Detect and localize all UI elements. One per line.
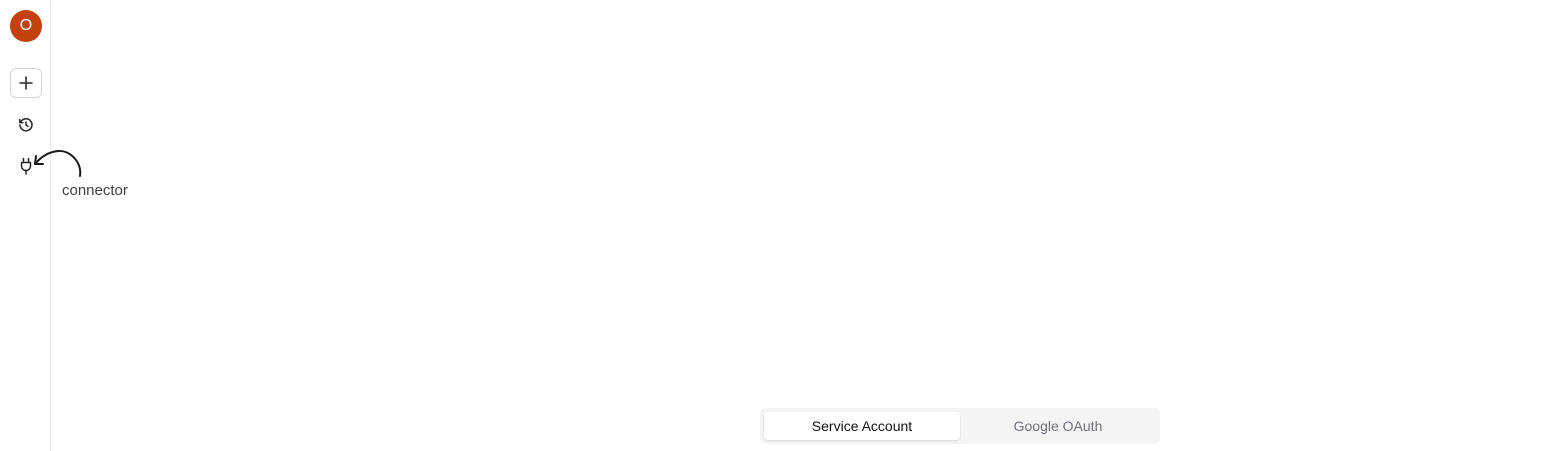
new-chat-button[interactable] [10,68,42,98]
auth-method-toggle: Service Account Google OAuth [760,408,1160,444]
app-root: O connector Service Account Google OAuth [0,0,1550,451]
history-icon [19,118,33,132]
user-avatar[interactable]: O [10,10,42,42]
hint-arrow-icon [34,149,82,177]
service-account-tab[interactable]: Service Account [764,412,960,440]
history-button[interactable] [10,110,42,140]
sidebar: O [0,0,51,451]
avatar-initial: O [19,17,33,34]
plus-icon [19,76,33,90]
google-oauth-tab[interactable]: Google OAuth [960,412,1156,440]
connector-hint-label: connector [62,182,128,199]
